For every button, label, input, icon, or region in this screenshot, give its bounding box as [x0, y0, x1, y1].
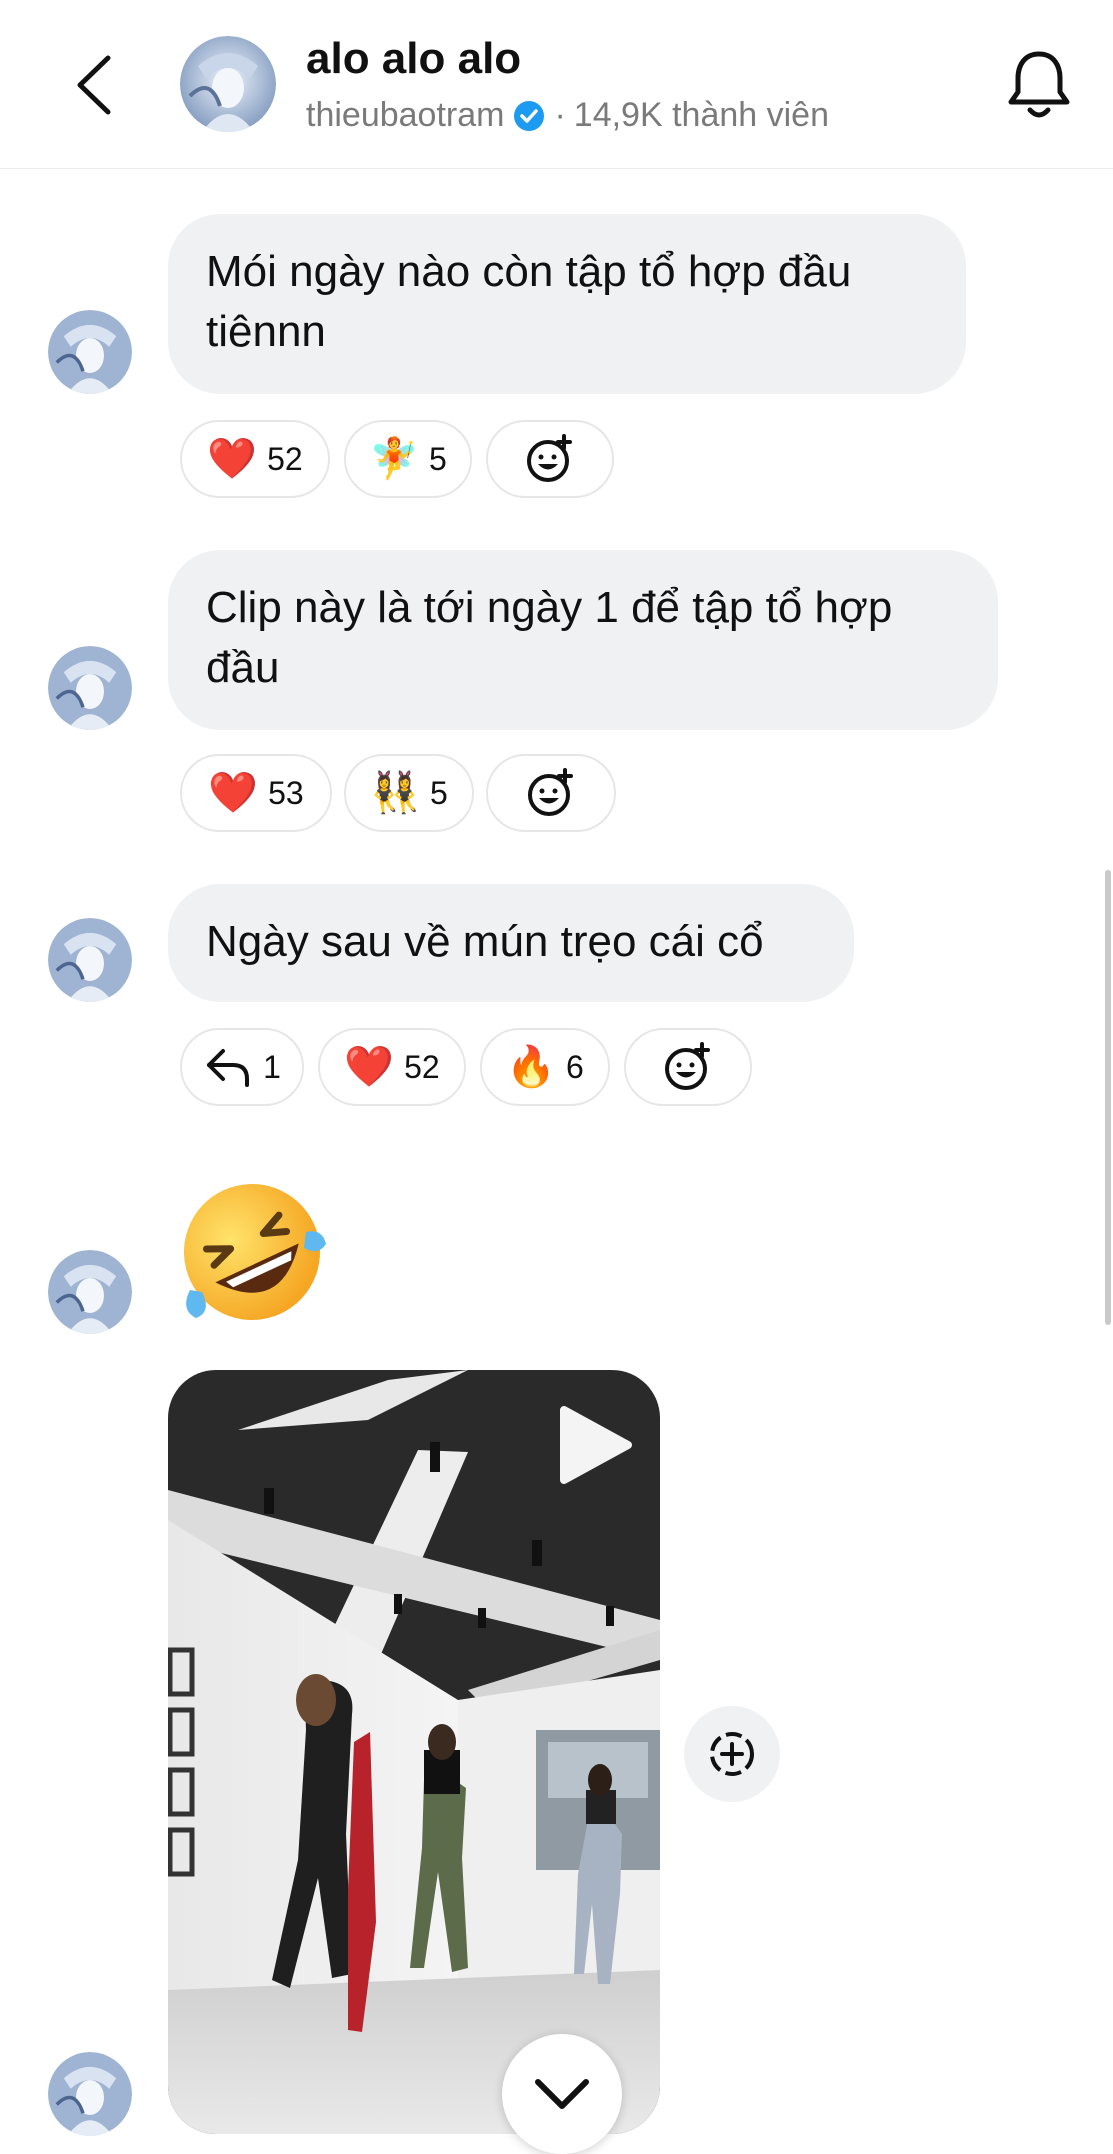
add-reaction-icon	[528, 768, 573, 816]
add-reaction-button[interactable]	[624, 1028, 752, 1106]
add-reaction-button[interactable]	[486, 420, 614, 498]
rolling-laughing-emoji-icon	[184, 1184, 326, 1320]
share-icon	[710, 1732, 754, 1776]
scrollbar[interactable]	[1105, 870, 1111, 1325]
reply-count-chip[interactable]: 1	[180, 1028, 304, 1106]
fire-emoji: 🔥	[506, 1045, 556, 1089]
chat-header: alo alo alo thieubaotram · 14,9K thành v…	[0, 0, 1113, 169]
reaction-chip[interactable]: 👯‍♀️ 5	[344, 754, 474, 832]
reaction-chip[interactable]: ❤️ 52	[318, 1028, 466, 1106]
reaction-count: 53	[268, 774, 304, 811]
add-reaction-icon	[665, 1042, 710, 1090]
message-text: Ngày sau về mún trẹo cái cổ	[206, 917, 764, 966]
channel-username[interactable]: thieubaotram	[306, 96, 504, 135]
heart-emoji: ❤️	[344, 1045, 395, 1089]
add-reaction-button[interactable]	[486, 754, 616, 832]
reply-count: 1	[263, 1048, 281, 1085]
message-bubble[interactable]: Ngày sau về mún trẹo cái cổ	[168, 884, 854, 1002]
fairy-emoji: 🧚	[369, 437, 419, 481]
reaction-count: 52	[404, 1048, 440, 1085]
sender-avatar[interactable]	[48, 646, 132, 730]
reaction-chip[interactable]: ❤️ 52	[180, 420, 330, 498]
verified-badge-icon	[514, 100, 545, 131]
channel-avatar[interactable]	[180, 36, 276, 132]
rofl-emoji-message[interactable]	[172, 1172, 332, 1332]
heart-emoji: ❤️	[207, 437, 258, 481]
add-reaction-icon	[527, 434, 572, 482]
message-bubble[interactable]: Clip này là tới ngày 1 để tập tổ hợp đầu	[168, 550, 998, 730]
notifications-button[interactable]	[1004, 48, 1074, 122]
sender-avatar[interactable]	[48, 2052, 132, 2136]
share-video-button[interactable]	[684, 1706, 780, 1802]
sender-avatar[interactable]	[48, 918, 132, 1002]
reply-icon	[207, 1049, 250, 1087]
message-bubble[interactable]: Mói ngày nào còn tập tổ hợp đầu tiênnn	[168, 214, 966, 394]
reaction-chip[interactable]: ❤️ 53	[180, 754, 332, 832]
reaction-count: 6	[566, 1048, 584, 1085]
chevron-left-icon	[77, 55, 111, 115]
separator-dot: ·	[554, 96, 566, 134]
heart-emoji: ❤️	[208, 771, 259, 815]
chat-title[interactable]: alo alo alo	[306, 34, 521, 84]
member-count[interactable]: 14,9K thành viên	[574, 96, 829, 135]
reaction-chip[interactable]: 🔥 6	[480, 1028, 610, 1106]
sender-avatar[interactable]	[48, 310, 132, 394]
video-thumbnail	[168, 1370, 660, 2134]
chevron-down-icon	[535, 2079, 589, 2109]
dancers-emoji: 👯‍♀️	[370, 771, 420, 815]
video-message[interactable]	[168, 1370, 660, 2134]
message-text: Clip này là tới ngày 1 để tập tổ hợp đầu	[206, 583, 893, 692]
reaction-count: 52	[267, 440, 303, 477]
message-text: Mói ngày nào còn tập tổ hợp đầu tiênnn	[206, 247, 852, 356]
reaction-count: 5	[429, 440, 447, 477]
bell-icon	[1008, 51, 1070, 118]
reaction-chip[interactable]: 🧚 5	[344, 420, 472, 498]
scroll-to-bottom-button[interactable]	[502, 2034, 622, 2154]
chat-subtitle: thieubaotram · 14,9K thành viên	[306, 96, 829, 135]
reaction-count: 5	[430, 774, 448, 811]
sender-avatar[interactable]	[48, 1250, 132, 1334]
back-button[interactable]	[70, 52, 120, 118]
